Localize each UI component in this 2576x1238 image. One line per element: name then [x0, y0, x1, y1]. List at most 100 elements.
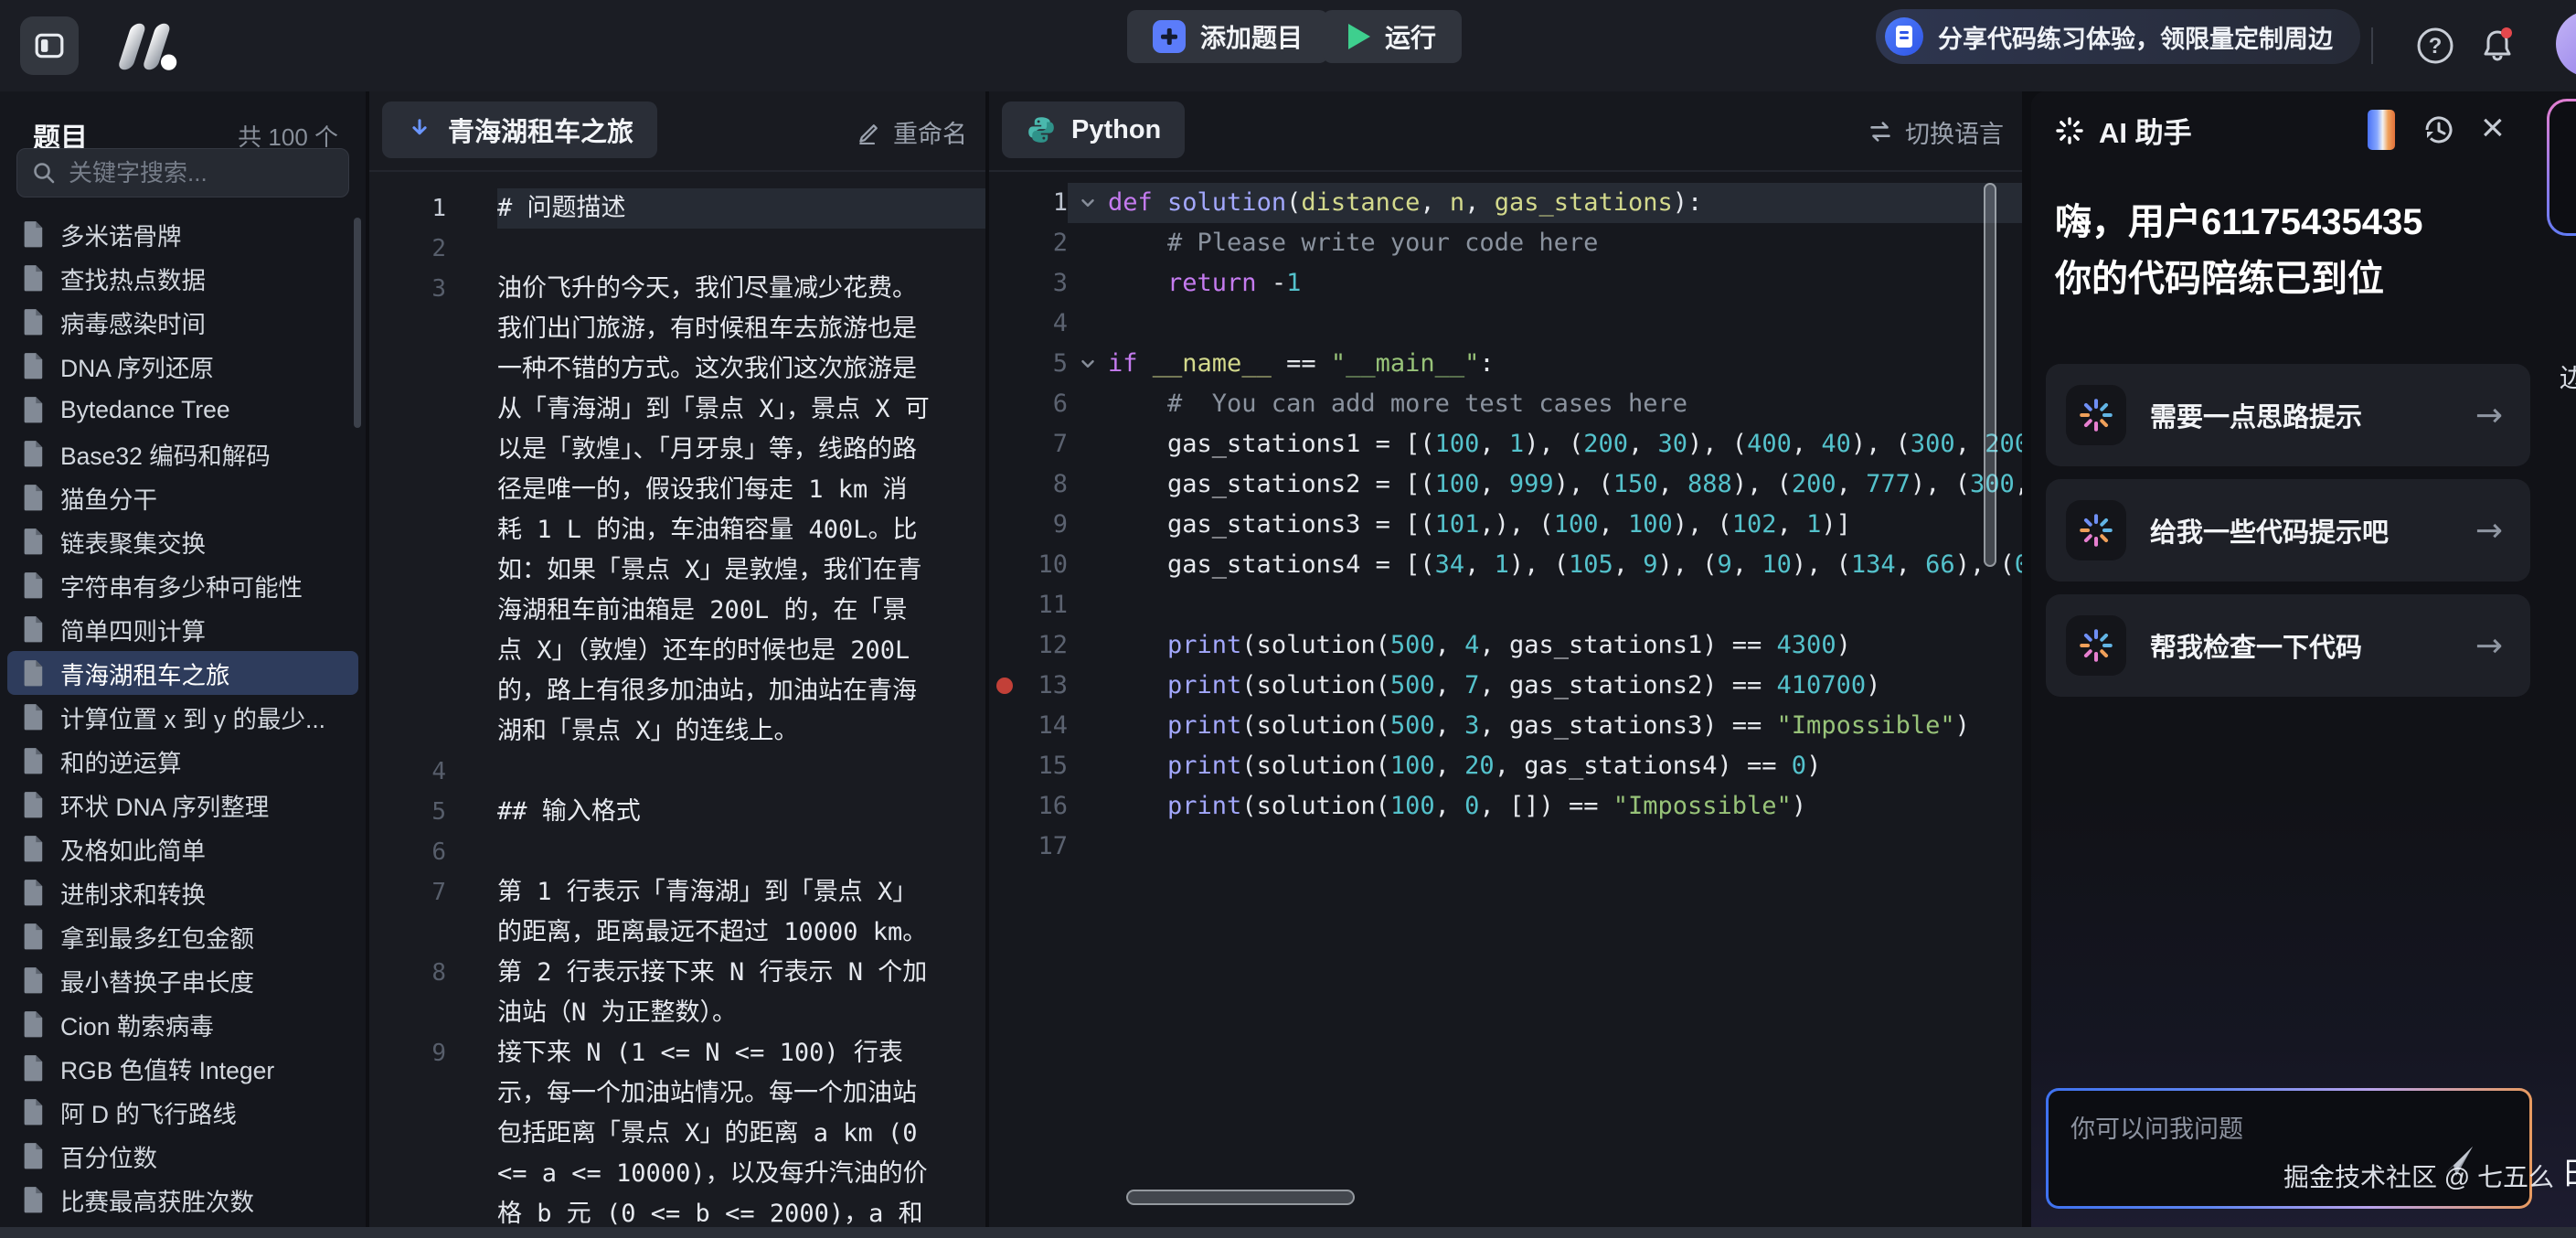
fold-chevron-icon[interactable]	[1078, 354, 1098, 374]
ai-greeting-line2: 你的代码陪练已到位	[2055, 251, 2423, 307]
arrow-right-icon: →	[2475, 397, 2503, 434]
sidebar-item-label: Cion 勒索病毒	[60, 1007, 214, 1042]
code-editor[interactable]: 1def solution(distance, n, gas_stations)…	[989, 172, 2022, 1227]
document-icon	[22, 308, 46, 336]
sidebar-item[interactable]: 病毒感染时间	[7, 300, 358, 344]
sidebar-item[interactable]: Cion 勒索病毒	[7, 1002, 358, 1046]
run-button[interactable]: 运行	[1323, 10, 1462, 63]
fold-toggle[interactable]	[1068, 183, 1108, 223]
gutter[interactable]	[989, 223, 1020, 263]
top-bar: 添加题目 运行 分享代码练习体验，领限量定制周边 ?	[0, 0, 2576, 91]
sidebar-item-label: RGB 色值转 Integer	[60, 1051, 274, 1086]
panel-toggle-icon	[34, 30, 65, 61]
gutter[interactable]	[989, 545, 1020, 585]
fold-toggle	[1068, 625, 1108, 666]
code-line: 9 gas_stations3 = [(101,), (100, 100), (…	[989, 505, 2022, 545]
sidebar-item-label: 比赛最高获胜次数	[60, 1182, 254, 1218]
editor-horizontal-scrollbar[interactable]	[1126, 1190, 1355, 1205]
sparkle-badge	[2066, 385, 2126, 445]
problem-line: 9接下来 N (1 <= N <= 100) 行表示，每一个加油站情况。每一个加…	[369, 1033, 985, 1227]
gutter[interactable]	[989, 304, 1020, 344]
problem-count: 共 100 个	[238, 119, 338, 153]
code-line: 2 # Please write your code here	[989, 223, 2022, 263]
document-icon	[22, 1010, 46, 1038]
document-icon	[22, 352, 46, 379]
ai-suggestion-card[interactable]: 给我一些代码提示吧→	[2046, 479, 2530, 582]
sidebar-item-label: 查找热点数据	[60, 261, 206, 296]
sidebar-item-selected[interactable]: 青海湖租车之旅	[7, 651, 358, 695]
breakpoint[interactable]	[989, 666, 1020, 706]
sidebar-item[interactable]: 链表聚集交换	[7, 519, 358, 563]
sidebar-item[interactable]: 百分位数	[7, 1134, 358, 1178]
gutter[interactable]	[989, 464, 1020, 505]
document-icon	[22, 1054, 46, 1082]
sidebar-item[interactable]: 比赛最高获胜次数	[7, 1178, 358, 1222]
rename-label: 重命名	[893, 114, 967, 150]
sidebar-item[interactable]: 及格如此简单	[7, 827, 358, 870]
rename-button[interactable]: 重命名	[857, 91, 967, 172]
sidebar-item[interactable]: DNA 序列还原	[7, 344, 358, 388]
line-number: 7	[369, 872, 446, 953]
sidebar-item[interactable]: 多米诺骨牌	[7, 212, 358, 256]
fold-toggle[interactable]	[1068, 344, 1108, 384]
gutter[interactable]	[989, 585, 1020, 625]
gutter[interactable]	[989, 384, 1020, 424]
gutter[interactable]	[989, 183, 1020, 223]
ai-suggestion-card[interactable]: 帮我检查一下代码→	[2046, 594, 2530, 697]
gutter[interactable]	[989, 625, 1020, 666]
document-icon	[22, 1098, 46, 1126]
arrow-right-icon: →	[2475, 627, 2503, 665]
gutter[interactable]	[989, 827, 1020, 867]
help-button[interactable]: ?	[2413, 24, 2457, 68]
sidebar-item[interactable]: 环状 DNA 序列整理	[7, 783, 358, 827]
marscode-logo	[106, 22, 192, 71]
problem-markdown-editor[interactable]: 1# 问题描述23油价飞升的今天，我们尽量减少花费。我们出门旅游，有时候租车去旅…	[369, 172, 985, 1227]
history-button[interactable]	[2419, 110, 2459, 150]
sidebar-scrollbar[interactable]	[354, 218, 361, 428]
line-number: 3	[369, 269, 446, 752]
document-icon	[22, 484, 46, 511]
gutter[interactable]	[989, 344, 1020, 384]
gutter[interactable]	[989, 706, 1020, 746]
code-line-text: # Please write your code here	[1108, 223, 1598, 263]
sidebar-item-label: 拿到最多红包金额	[60, 919, 254, 955]
promo-banner[interactable]: 分享代码练习体验，领限量定制周边	[1876, 9, 2360, 64]
notifications-button[interactable]	[2475, 24, 2519, 68]
code-line-text: return -1	[1108, 263, 1301, 304]
sidebar-item[interactable]: 最小替换子串长度	[7, 958, 358, 1002]
gutter[interactable]	[989, 505, 1020, 545]
sidebar-item[interactable]: 字符串有多少种可能性	[7, 563, 358, 607]
sidebar-item[interactable]: 简单四则计算	[7, 607, 358, 651]
arrow-right-icon: →	[2475, 512, 2503, 550]
user-avatar[interactable]	[2556, 11, 2576, 77]
switch-language-button[interactable]: 切换语言	[1867, 91, 2004, 172]
sidebar-item[interactable]: 和的逆运算	[7, 739, 358, 783]
sidebar-item[interactable]: Bytedance Tree	[7, 388, 358, 432]
play-icon	[1348, 24, 1370, 49]
theme-swatch-button[interactable]	[2368, 110, 2395, 150]
sidebar-item[interactable]: Base32 编码和解码	[7, 432, 358, 475]
gutter[interactable]	[989, 786, 1020, 827]
ai-suggestion-card[interactable]: 需要一点思路提示→	[2046, 364, 2530, 466]
fold-chevron-icon[interactable]	[1078, 193, 1098, 213]
topbar-divider	[2371, 27, 2373, 64]
sidebar-item[interactable]: 进制求和转换	[7, 870, 358, 914]
search-input[interactable]	[69, 159, 325, 187]
gutter[interactable]	[989, 263, 1020, 304]
ai-floating-tab[interactable]: A	[2547, 99, 2576, 236]
sidebar-item[interactable]: 查找热点数据	[7, 256, 358, 300]
sidebar-item[interactable]: 计算位置 x 到 y 的最少...	[7, 695, 358, 739]
gutter[interactable]	[989, 424, 1020, 464]
sidebar-toggle-button[interactable]	[20, 16, 79, 75]
sidebar-item[interactable]: 阿 D 的飞行路线	[7, 1090, 358, 1134]
editor-vertical-scrollbar[interactable]	[1984, 183, 1996, 567]
add-problem-button[interactable]: 添加题目	[1127, 10, 1328, 63]
language-pill[interactable]: Python	[1002, 101, 1185, 158]
sidebar-item[interactable]: 拿到最多红包金额	[7, 914, 358, 958]
sidebar-item[interactable]: RGB 色值转 Integer	[7, 1046, 358, 1090]
sidebar-item[interactable]: 猫鱼分干	[7, 475, 358, 519]
question-icon: ?	[2414, 25, 2456, 67]
gutter[interactable]	[989, 746, 1020, 786]
search-box[interactable]	[16, 148, 349, 197]
close-ai-panel-button[interactable]: ×	[2481, 102, 2505, 154]
